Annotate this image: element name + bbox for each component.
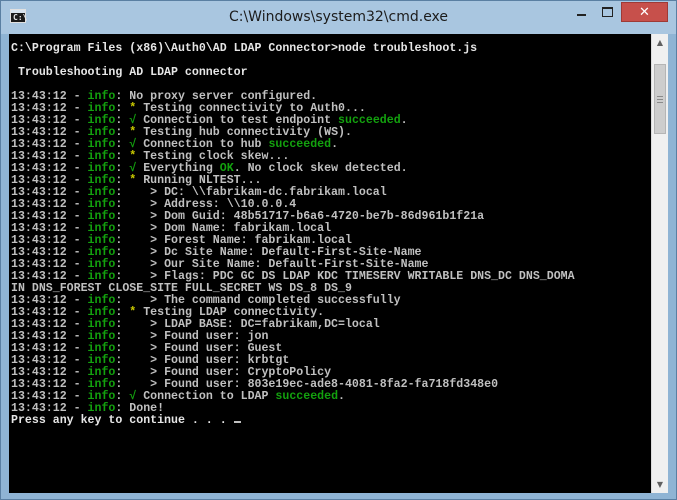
console-text: . [400,114,408,127]
vertical-scrollbar[interactable]: ▲ ▼ [651,34,668,493]
grip-line-icon [657,98,663,100]
close-icon: ✕ [639,4,650,20]
maximize-button[interactable] [594,2,620,22]
console-output[interactable]: C:\Program Files (x86)\Auth0\AD LDAP Con… [9,34,651,493]
arrow-up-icon: ▲ [656,38,664,47]
close-button[interactable]: ✕ [621,2,668,22]
scroll-up-button[interactable]: ▲ [652,34,668,51]
cmd-window: C:\ C:\Windows\system32\cmd.exe ✕ C:\Pro… [0,0,677,500]
console-text: succeeded [275,390,339,403]
maximize-icon [601,7,613,17]
scroll-thumb[interactable] [654,64,666,134]
minimize-button[interactable] [568,2,594,22]
console-text: Troubleshooting AD LDAP connector [11,66,248,79]
grip-line-icon [657,101,663,103]
console-text: Press any key to continue . . . [11,414,234,427]
console-line: Troubleshooting AD LDAP connector [11,67,651,79]
console-line: Press any key to continue . . . [11,415,651,427]
scroll-down-button[interactable]: ▼ [652,476,668,493]
title-bar[interactable]: C:\ C:\Windows\system32\cmd.exe ✕ [1,1,676,34]
console-text: . [331,138,339,151]
console-text: C:\Program Files (x86)\Auth0\AD LDAP Con… [11,42,478,55]
console-lines: C:\Program Files (x86)\Auth0\AD LDAP Con… [9,34,651,427]
console-text: . [338,390,346,403]
text-cursor [233,421,241,423]
arrow-down-icon: ▼ [656,480,664,489]
grip-line-icon [657,95,663,97]
console-line: C:\Program Files (x86)\Auth0\AD LDAP Con… [11,43,651,55]
minimize-icon [576,14,586,16]
